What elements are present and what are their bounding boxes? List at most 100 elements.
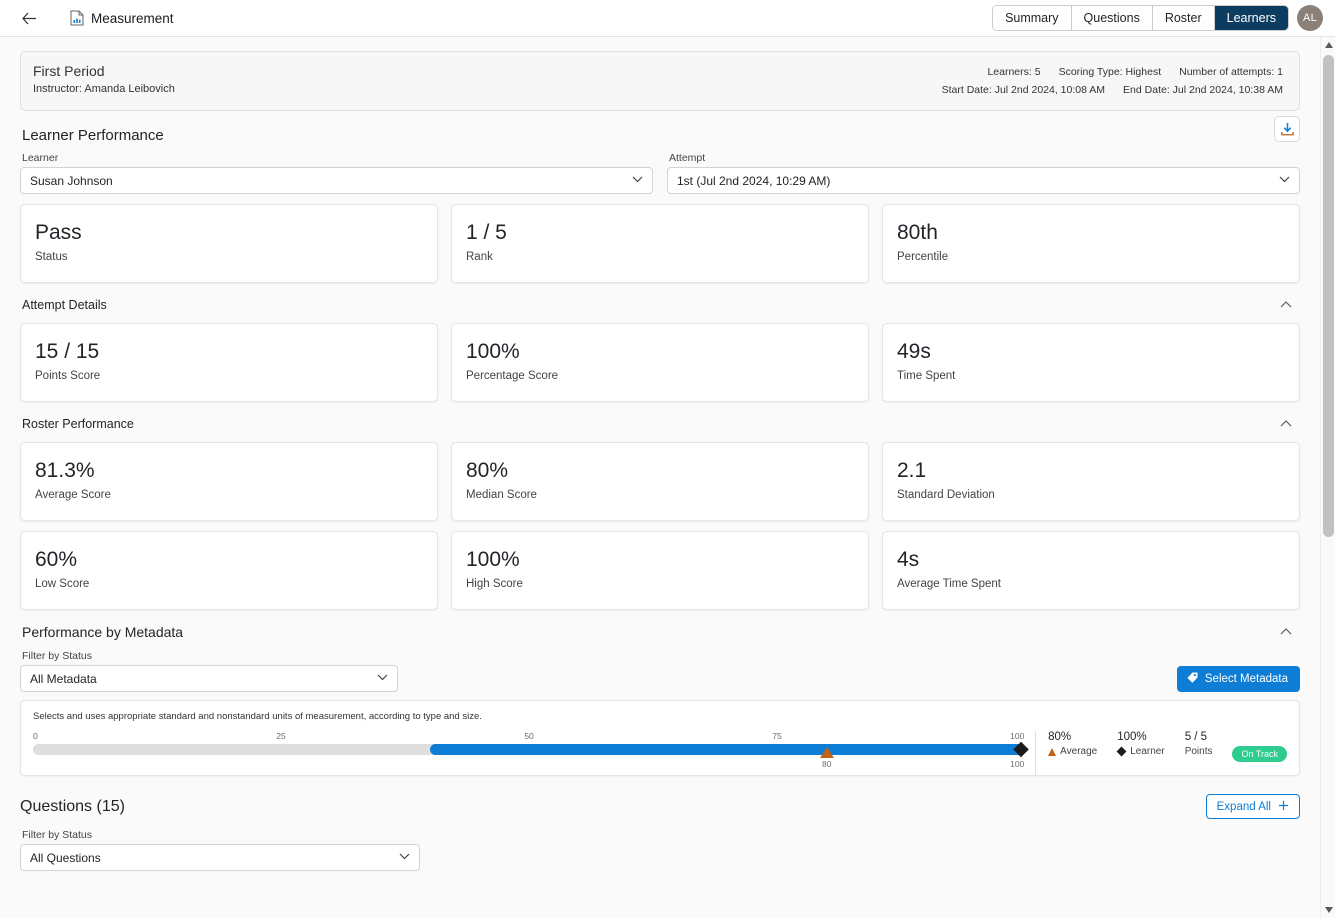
document-chart-icon xyxy=(70,10,84,26)
legend-learner-label: Learner xyxy=(1130,746,1165,757)
low-score-card: 60% Low Score xyxy=(20,531,438,610)
chevron-up-icon[interactable] xyxy=(1274,416,1298,432)
performance-by-metadata-header[interactable]: Performance by Metadata xyxy=(22,624,1298,640)
legend-learner: 100% Learner xyxy=(1116,731,1165,757)
metadata-gauge: 0 25 50 75 100 80 100 xyxy=(33,731,1029,772)
status-caption: Status xyxy=(35,251,68,264)
questions-title: Questions (15) xyxy=(20,797,125,815)
tab-summary[interactable]: Summary xyxy=(993,6,1072,30)
assessment-info-card: First Period Instructor: Amanda Leibovic… xyxy=(20,51,1300,111)
scroll-up-arrow-icon[interactable] xyxy=(1321,37,1335,53)
legend-points: 5 / 5 Points xyxy=(1185,731,1213,757)
gauge-tick-50: 50 xyxy=(524,731,534,741)
gauge-learner-marker-label: 100 xyxy=(1010,759,1025,769)
legend-learner-row: Learner xyxy=(1116,746,1165,757)
learner-performance-cards: Pass Status 1 / 5 Rank 80th Percentile xyxy=(20,204,1300,283)
metadata-filter-select[interactable]: All Metadata xyxy=(20,665,398,692)
metadata-filter-label: Filter by Status xyxy=(22,650,93,662)
gauge-tick-25: 25 xyxy=(276,731,286,741)
avatar[interactable]: AL xyxy=(1297,5,1323,31)
number-of-attempts: Number of attempts: 1 xyxy=(1179,66,1283,78)
attempt-select-value: 1st (Jul 2nd 2024, 10:29 AM) xyxy=(677,173,831,188)
percentage-score-caption: Percentage Score xyxy=(466,370,559,383)
rank-value: 1 / 5 xyxy=(466,221,507,244)
gauge-track xyxy=(33,741,1029,758)
gauge-marker-labels: 80 100 xyxy=(33,759,1025,772)
roster-performance-cards-row-2: 60% Low Score 100% High Score 4s Average… xyxy=(20,531,1300,610)
learner-attempt-selectors: Learner Susan Johnson Attempt 1st (Jul 2… xyxy=(20,152,1300,194)
metadata-performance-chart: Selects and uses appropriate standard an… xyxy=(20,700,1300,776)
questions-filter-select[interactable]: All Questions xyxy=(20,844,420,871)
legend-points-value: 5 / 5 xyxy=(1184,731,1208,743)
attempt-details-cards: 15 / 15 Points Score 100% Percentage Sco… xyxy=(20,323,1300,402)
scroll-down-arrow-icon[interactable] xyxy=(1321,902,1335,918)
tab-roster[interactable]: Roster xyxy=(1152,6,1215,30)
chevron-up-icon[interactable] xyxy=(1274,624,1298,640)
select-metadata-button[interactable]: Select Metadata xyxy=(1176,666,1300,692)
metadata-chart-body: 0 25 50 75 100 80 100 80% Average 100% L… xyxy=(33,731,1287,775)
page-body: First Period Instructor: Amanda Leibovic… xyxy=(0,37,1335,918)
attempt-select[interactable]: 1st (Jul 2nd 2024, 10:29 AM) xyxy=(667,167,1300,194)
learner-performance-title: Learner Performance xyxy=(22,127,164,144)
low-score-caption: Low Score xyxy=(35,578,90,591)
scrollbar-thumb[interactable] xyxy=(1323,55,1334,537)
attempt-select-label: Attempt xyxy=(669,152,706,164)
status-value: Pass xyxy=(35,221,82,244)
average-score-card: 81.3% Average Score xyxy=(20,442,438,521)
points-score-caption: Points Score xyxy=(35,370,101,383)
average-time-spent-value: 4s xyxy=(897,548,920,571)
download-icon[interactable] xyxy=(1274,116,1300,142)
content-area: First Period Instructor: Amanda Leibovic… xyxy=(0,37,1320,871)
legend-average-value: 80% xyxy=(1048,731,1072,743)
gauge-tick-100: 100 xyxy=(1010,731,1025,741)
nav-tabs: Summary Questions Roster Learners xyxy=(992,5,1289,31)
standard-deviation-card: 2.1 Standard Deviation xyxy=(882,442,1300,521)
average-time-spent-card: 4s Average Time Spent xyxy=(882,531,1300,610)
legend-average-label: Average xyxy=(1060,746,1098,757)
tab-learners[interactable]: Learners xyxy=(1214,6,1288,30)
high-score-value: 100% xyxy=(466,548,520,571)
gauge-average-marker xyxy=(819,747,834,758)
attempt-details-title: Attempt Details xyxy=(22,298,107,312)
rank-caption: Rank xyxy=(466,251,493,264)
triangle-marker-icon xyxy=(1048,747,1057,756)
instructor-name: Instructor: Amanda Leibovich xyxy=(33,83,175,95)
low-score-value: 60% xyxy=(35,548,78,571)
metadata-filter-value: All Metadata xyxy=(30,671,97,686)
median-score-value: 80% xyxy=(466,459,509,482)
plus-icon xyxy=(1278,800,1289,814)
back-arrow-icon[interactable] xyxy=(18,7,40,29)
attempt-details-header[interactable]: Attempt Details xyxy=(22,297,1298,313)
tab-questions[interactable]: Questions xyxy=(1071,6,1153,30)
chevron-down-icon xyxy=(377,674,388,684)
assessment-info-left: First Period Instructor: Amanda Leibovic… xyxy=(33,63,175,95)
chevron-down-icon xyxy=(399,853,410,863)
expand-all-button[interactable]: Expand All xyxy=(1205,794,1300,819)
metadata-description: Selects and uses appropriate standard an… xyxy=(33,711,482,722)
rank-card: 1 / 5 Rank xyxy=(451,204,869,283)
percentile-caption: Percentile xyxy=(897,251,949,264)
chevron-down-icon xyxy=(1279,176,1290,186)
learner-select[interactable]: Susan Johnson xyxy=(20,167,653,194)
points-score-card: 15 / 15 Points Score xyxy=(20,323,438,402)
questions-filter-label: Filter by Status xyxy=(22,829,93,841)
assessment-info-row-1: Learners: 5 Scoring Type: Highest Number… xyxy=(942,63,1283,81)
status-card: Pass Status xyxy=(20,204,438,283)
questions-header: Questions (15) Expand All xyxy=(20,794,1300,819)
vertical-scrollbar[interactable] xyxy=(1320,37,1335,918)
percentile-value: 80th xyxy=(897,221,938,244)
attempt-select-group: Attempt 1st (Jul 2nd 2024, 10:29 AM) xyxy=(667,152,1300,194)
standard-deviation-caption: Standard Deviation xyxy=(897,489,995,502)
roster-performance-header[interactable]: Roster Performance xyxy=(22,416,1298,432)
roster-performance-title: Roster Performance xyxy=(22,417,134,431)
page-title: Measurement xyxy=(91,10,174,26)
questions-filter-value: All Questions xyxy=(30,850,101,865)
chevron-up-icon[interactable] xyxy=(1274,297,1298,313)
metadata-filter-row: Filter by Status All Metadata Select Met… xyxy=(20,650,1300,692)
expand-all-label: Expand All xyxy=(1216,800,1271,813)
learner-select-label: Learner xyxy=(22,152,59,164)
gauge-tick-75: 75 xyxy=(772,731,782,741)
gauge-range-fill xyxy=(429,744,1026,755)
chevron-down-icon xyxy=(632,176,643,186)
gauge-tick-0: 0 xyxy=(33,731,38,741)
